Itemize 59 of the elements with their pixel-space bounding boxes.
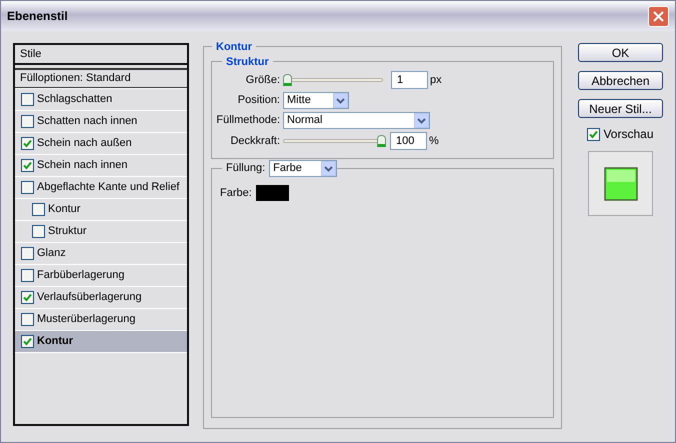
blend-mode-label: Füllmethode: (215, 113, 280, 128)
color-swatch[interactable] (256, 185, 289, 202)
check-icon (589, 130, 598, 138)
dialog-button[interactable]: OK (578, 43, 663, 62)
dropdown[interactable]: Farbe (269, 160, 338, 177)
dropdown[interactable]: Normal (283, 112, 430, 129)
opacity-label: Deckkraft: (229, 134, 280, 149)
checkbox[interactable] (587, 128, 600, 140)
checkbox[interactable] (32, 203, 45, 216)
close-icon (653, 10, 664, 22)
input-field[interactable]: 1 (391, 71, 428, 89)
checkbox[interactable] (21, 137, 34, 150)
check-icon (23, 161, 32, 170)
check-icon (23, 337, 32, 346)
style-list-item[interactable]: Farbüberlagerung (15, 264, 187, 286)
close-button[interactable] (648, 6, 669, 26)
check-icon (23, 293, 32, 302)
preview-swatch-icon (604, 166, 638, 200)
slider-thumb[interactable] (377, 134, 386, 146)
style-list-item[interactable]: Schein nach außen (15, 132, 187, 154)
caret-icon (417, 118, 426, 124)
slider-track[interactable] (283, 134, 386, 148)
checkbox[interactable] (21, 181, 34, 194)
unit-label: px (430, 72, 442, 88)
caret-icon (324, 166, 334, 172)
checkbox[interactable] (21, 313, 34, 326)
dropdown[interactable]: Mitte (283, 92, 349, 109)
checkbox[interactable] (21, 115, 34, 128)
styles-header[interactable]: Stile (15, 45, 187, 65)
checkbox[interactable] (21, 291, 34, 304)
style-list-item[interactable]: Schlagschatten (15, 88, 187, 110)
checkbox[interactable] (21, 93, 34, 106)
checkbox[interactable] (32, 225, 45, 238)
style-list-item[interactable]: Struktur (15, 220, 187, 242)
window-title: Ebenenstil (7, 8, 68, 25)
color-label: Farbe: (220, 186, 252, 201)
dialog-button[interactable]: Abbrechen (578, 71, 663, 90)
style-list-item[interactable]: Glanz (15, 242, 187, 264)
checkbox[interactable] (21, 247, 34, 260)
size-label: Größe: (244, 72, 280, 88)
style-list-item[interactable]: Kontur (15, 330, 187, 352)
checkbox[interactable] (21, 159, 34, 172)
slider-thumb[interactable] (283, 74, 292, 86)
position-label: Position: (236, 93, 280, 108)
style-list-item[interactable]: Abgeflachte Kante und Relief (15, 176, 187, 198)
unit-label: % (429, 134, 439, 149)
checkbox[interactable] (21, 335, 34, 348)
style-list-item[interactable]: Schatten nach innen (15, 110, 187, 132)
dialog-button[interactable]: Neuer Stil... (578, 99, 663, 118)
input-field[interactable]: 100 (390, 132, 427, 150)
checkbox[interactable] (21, 269, 34, 282)
style-list-item[interactable]: Verlaufsüberlagerung (15, 286, 187, 308)
blending-options-item[interactable]: Fülloptionen: Standard (15, 68, 187, 88)
caret-icon (336, 98, 345, 104)
slider-track[interactable] (283, 74, 383, 86)
style-list-item[interactable]: Schein nach innen (15, 154, 187, 176)
check-icon (23, 139, 32, 148)
preview-label: Vorschau (603, 126, 654, 143)
style-list-item[interactable]: Kontur (15, 198, 187, 220)
